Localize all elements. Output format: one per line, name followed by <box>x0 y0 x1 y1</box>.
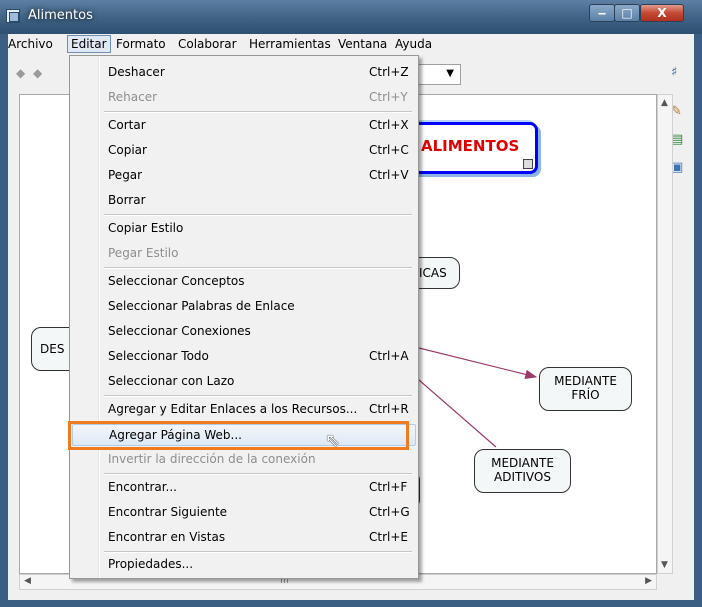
menu-item-shortcut: Ctrl+Y <box>369 90 408 104</box>
menu-ventana[interactable]: Ventana <box>338 37 387 51</box>
menu-item-seleccionar-conexiones[interactable]: Seleccionar Conexiones <box>72 321 416 343</box>
maximize-icon: □ <box>621 6 633 20</box>
window-title: Alimentos <box>28 8 93 23</box>
menu-item-label: Propiedades... <box>108 557 194 571</box>
menu-item-seleccionar-todo[interactable]: Seleccionar Todo Ctrl+A <box>72 346 416 368</box>
menu-separator <box>104 267 412 269</box>
scroll-up-icon[interactable]: ▲ <box>661 98 668 108</box>
menu-item-shortcut: Ctrl+Z <box>369 65 409 79</box>
menu-item-label: Copiar Estilo <box>108 221 184 235</box>
menu-item-seleccionar-conceptos[interactable]: Seleccionar Conceptos <box>72 271 416 293</box>
concept-node-frio-line2: FRÍO <box>571 388 600 402</box>
menu-separator <box>104 111 412 113</box>
menu-bar: Archivo Editar Formato Colaborar Herrami… <box>8 34 694 55</box>
concept-node-aditivos-line2: ADITIVOS <box>494 470 551 484</box>
view-combo[interactable]: ▼ <box>413 64 461 85</box>
menu-item-label: Agregar y Editar Enlaces a los Recursos.… <box>108 402 358 416</box>
menu-item-deshacer[interactable]: Deshacer Ctrl+Z <box>72 62 416 84</box>
arrow-left-icon[interactable]: ◆ <box>16 66 25 80</box>
menu-item-rehacer[interactable]: Rehacer Ctrl+Y <box>72 87 416 109</box>
menu-item-encontrar-siguiente[interactable]: Encontrar Siguiente Ctrl+G <box>72 502 416 524</box>
menu-colaborar[interactable]: Colaborar <box>178 37 237 51</box>
minimize-icon: ‒ <box>597 6 607 20</box>
concept-node-mediante-frio[interactable]: MEDIANTE FRÍO <box>539 367 632 411</box>
menu-separator <box>104 551 412 553</box>
menu-item-label: Deshacer <box>108 65 165 79</box>
menu-item-shortcut: Ctrl+A <box>369 349 409 363</box>
highlight-box <box>68 421 409 450</box>
menu-item-pegar[interactable]: Pegar Ctrl+V <box>72 165 416 187</box>
menu-item-pegar-estilo[interactable]: Pegar Estilo <box>72 243 416 265</box>
menu-ayuda[interactable]: Ayuda <box>395 37 432 51</box>
edit-menu-dropdown: Deshacer Ctrl+Z Rehacer Ctrl+Y Cortar Ct… <box>69 55 419 579</box>
menu-separator <box>104 214 412 216</box>
scroll-down-icon[interactable]: ▼ <box>661 560 668 570</box>
menu-herramientas[interactable]: Herramientas <box>249 37 331 51</box>
menu-item-encontrar-vistas[interactable]: Encontrar en Vistas Ctrl+E <box>72 527 416 549</box>
menu-archivo[interactable]: Archivo <box>8 37 53 51</box>
menu-item-label: Encontrar... <box>108 480 177 494</box>
menu-item-label: Pegar Estilo <box>108 246 179 260</box>
menu-item-shortcut: Ctrl+R <box>369 402 409 416</box>
menu-item-shortcut: Ctrl+C <box>369 143 409 157</box>
concept-node-frio-line1: MEDIANTE <box>554 374 617 388</box>
menu-item-shortcut: Ctrl+G <box>369 505 410 519</box>
close-icon: X <box>657 6 667 20</box>
concept-node-mediante-aditivos[interactable]: MEDIANTE ADITIVOS <box>474 449 571 493</box>
chevron-down-icon: ▼ <box>446 68 454 79</box>
menu-editar[interactable]: Editar <box>67 35 111 53</box>
menu-item-label: Seleccionar Todo <box>108 349 209 363</box>
arrow-right-icon[interactable]: ◆ <box>33 66 42 80</box>
app-window: Alimentos ‒ □ X Archivo Editar Formato C… <box>0 0 702 607</box>
menu-item-seleccionar-palabras-enlace[interactable]: Seleccionar Palabras de Enlace <box>72 296 416 318</box>
menu-item-cortar[interactable]: Cortar Ctrl+X <box>72 115 416 137</box>
concept-node-alimentos-label: ALIMENTOS <box>421 137 520 155</box>
menu-item-invertir-direccion[interactable]: Invertir la dirección de la conexión <box>72 449 416 471</box>
menu-item-encontrar[interactable]: Encontrar... Ctrl+F <box>72 477 416 499</box>
menu-item-shortcut: Ctrl+F <box>369 480 408 494</box>
menu-item-label: Seleccionar Palabras de Enlace <box>108 299 295 313</box>
scroll-left-icon[interactable]: ◀ <box>24 576 31 586</box>
menu-formato[interactable]: Formato <box>116 37 166 51</box>
vertical-scrollbar[interactable]: ▲ ▼ <box>657 94 673 574</box>
maximize-button[interactable]: □ <box>614 4 640 22</box>
menu-item-label: Encontrar Siguiente <box>108 505 228 519</box>
menu-item-label: Seleccionar Conexiones <box>108 324 251 338</box>
menu-item-label: Pegar <box>108 168 143 182</box>
app-icon <box>6 9 20 23</box>
menu-item-label: Seleccionar Conceptos <box>108 274 245 288</box>
menu-item-label: Invertir la dirección de la conexión <box>108 452 316 466</box>
menu-item-agregar-editar-enlaces[interactable]: Agregar y Editar Enlaces a los Recursos.… <box>72 399 416 421</box>
close-button[interactable]: X <box>640 4 684 22</box>
concept-node-partial-top-label: ICAS <box>419 266 447 280</box>
title-bar[interactable]: Alimentos ‒ □ X <box>0 0 702 34</box>
menu-item-label: Cortar <box>108 118 146 132</box>
menu-item-borrar[interactable]: Borrar <box>72 190 416 212</box>
mouse-pointer-icon: ⇖ <box>325 430 341 451</box>
menu-item-propiedades[interactable]: Propiedades... <box>72 554 416 576</box>
menu-item-label: Rehacer <box>108 90 158 104</box>
menu-separator <box>104 395 412 397</box>
menu-item-copiar-estilo[interactable]: Copiar Estilo <box>72 218 416 240</box>
menu-item-label: Seleccionar con Lazo <box>108 374 235 388</box>
concept-node-partial-left-label: DES <box>40 342 65 356</box>
concept-node-aditivos-line1: MEDIANTE <box>491 456 554 470</box>
tool-icon[interactable]: ♯ <box>671 65 677 80</box>
menu-item-copiar[interactable]: Copiar Ctrl+C <box>72 140 416 162</box>
menu-item-label: Copiar <box>108 143 147 157</box>
menu-item-shortcut: Ctrl+V <box>369 168 409 182</box>
menu-separator <box>104 473 412 475</box>
menu-item-label: Encontrar en Vistas <box>108 530 226 544</box>
menu-item-seleccionar-lazo[interactable]: Seleccionar con Lazo <box>72 371 416 393</box>
minimize-button[interactable]: ‒ <box>589 4 615 22</box>
scroll-right-icon[interactable]: ▶ <box>645 576 652 586</box>
menu-item-label: Borrar <box>108 193 146 207</box>
resource-corner-icon[interactable] <box>523 159 533 169</box>
menu-item-shortcut: Ctrl+E <box>369 530 408 544</box>
menu-item-shortcut: Ctrl+X <box>369 118 409 132</box>
